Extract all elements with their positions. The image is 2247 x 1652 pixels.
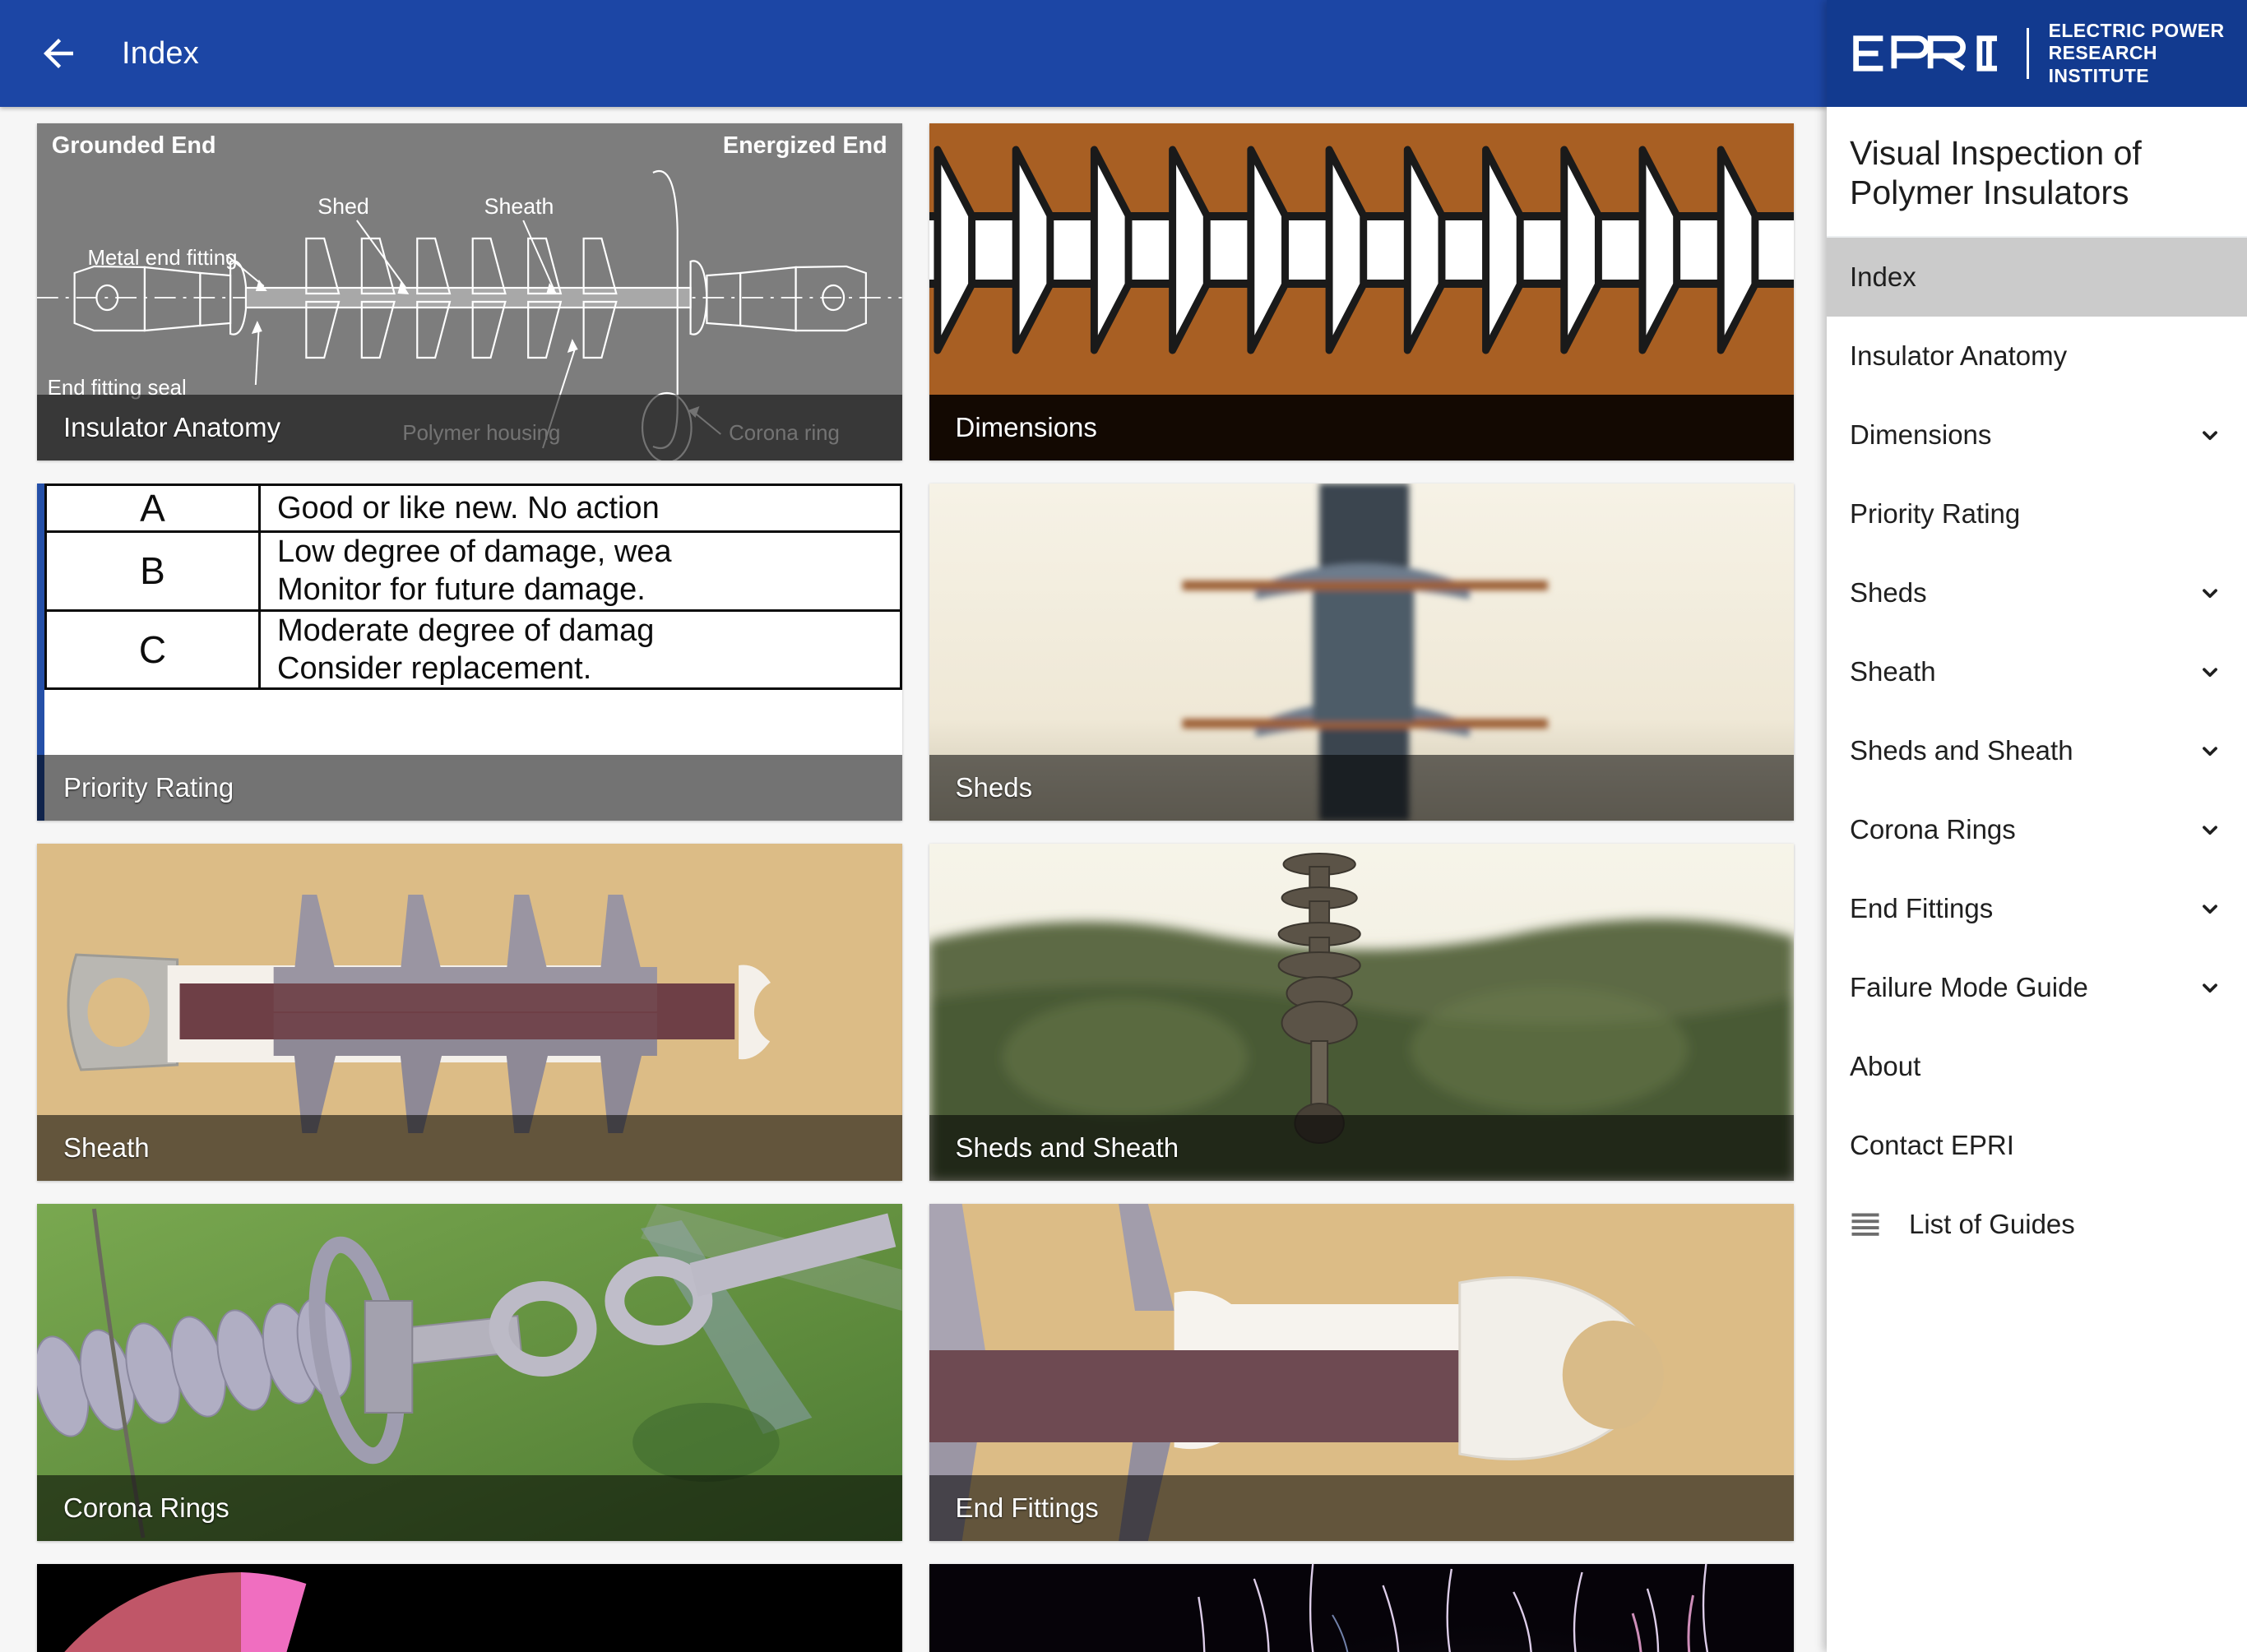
- sidebar-item-end-fittings[interactable]: End Fittings: [1827, 869, 2247, 948]
- chevron-down-icon[interactable]: [2196, 816, 2224, 844]
- card-insulator-anatomy[interactable]: Grounded End Energized End Shed Sheath M…: [37, 123, 902, 460]
- card-caption: Sheds and Sheath: [929, 1115, 1794, 1181]
- description-cell: Good or like new. No action: [258, 484, 902, 533]
- table-row: B Low degree of damage, wea Monitor for …: [44, 530, 902, 612]
- grade-cell: A: [44, 484, 261, 533]
- card-electrical-discharge[interactable]: [929, 1564, 1794, 1652]
- sidebar-item-about[interactable]: About: [1827, 1027, 2247, 1106]
- sidebar-item-label: Sheds: [1850, 576, 1927, 608]
- sidebar-item-contact-epri[interactable]: Contact EPRI: [1827, 1106, 2247, 1185]
- card-caption: Dimensions: [929, 395, 1794, 460]
- sidebar-item-label: Contact EPRI: [1850, 1129, 2014, 1160]
- table-row: A Good or like new. No action: [44, 484, 902, 533]
- sidebar-item-dimensions[interactable]: Dimensions: [1827, 396, 2247, 474]
- brand-name: ELECTRIC POWER RESEARCH INSTITUTE: [2049, 20, 2226, 86]
- card-failure-mode-guide[interactable]: 1%: [37, 1564, 902, 1652]
- chevron-down-icon[interactable]: [2196, 974, 2224, 1002]
- table-row: C Moderate degree of damag Consider repl…: [44, 609, 902, 691]
- brand-name-line-2: RESEARCH INSTITUTE: [2048, 42, 2157, 86]
- chevron-down-icon[interactable]: [2196, 579, 2224, 607]
- guide-title: Visual Inspection of Polymer Insulators: [1827, 107, 2247, 238]
- sidebar-item-label: Sheds and Sheath: [1850, 734, 2073, 766]
- card-end-fittings[interactable]: End Fittings: [929, 1204, 1794, 1541]
- sidebar-item-sheath[interactable]: Sheath: [1827, 632, 2247, 711]
- card-caption: Sheds: [929, 755, 1794, 821]
- app-bar: Index: [0, 0, 1827, 107]
- label-sheath: Sheath: [484, 194, 554, 219]
- chevron-down-icon[interactable]: [2196, 421, 2224, 449]
- sidebar-item-label: List of Guides: [1909, 1208, 2075, 1239]
- card-caption: Insulator Anatomy: [37, 395, 902, 460]
- grade-cell: B: [44, 530, 261, 612]
- sidebar-item-label: Priority Rating: [1850, 497, 2021, 529]
- chevron-down-icon[interactable]: [2196, 895, 2224, 923]
- sidebar-item-label: Index: [1850, 261, 1916, 292]
- label-metal-end-fitting: Metal end fitting: [88, 247, 238, 270]
- sidebar-item-label: Failure Mode Guide: [1850, 971, 2088, 1002]
- failure-mode-pie-chart: 1%: [37, 1564, 902, 1652]
- card-caption: End Fittings: [929, 1475, 1794, 1541]
- hamburger-icon: [1851, 1213, 1879, 1236]
- brand-divider: [2026, 28, 2029, 79]
- sidebar-item-failure-mode-guide[interactable]: Failure Mode Guide: [1827, 948, 2247, 1027]
- sidebar-item-insulator-anatomy[interactable]: Insulator Anatomy: [1827, 317, 2247, 396]
- chevron-down-icon[interactable]: [2196, 658, 2224, 686]
- card-dimensions[interactable]: Dimensions: [929, 123, 1794, 460]
- card-sheds-and-sheath[interactable]: Sheds and Sheath: [929, 844, 1794, 1181]
- lightning-photo: [929, 1564, 1794, 1652]
- back-arrow-icon[interactable]: [36, 31, 81, 76]
- label-energized-end: Energized End: [723, 132, 887, 159]
- sidebar-item-corona-rings[interactable]: Corona Rings: [1827, 790, 2247, 869]
- description-cell: Moderate degree of damag Consider replac…: [258, 609, 902, 691]
- label-grounded-end: Grounded End: [52, 132, 216, 159]
- sidebar-item-label: End Fittings: [1850, 892, 1994, 923]
- sidebar-item-priority-rating[interactable]: Priority Rating: [1827, 474, 2247, 553]
- sidebar-item-label: Dimensions: [1850, 419, 1992, 450]
- sidebar-item-index[interactable]: Index: [1827, 237, 2247, 317]
- card-caption: Priority Rating: [37, 755, 902, 821]
- content-scroll-area[interactable]: Grounded End Energized End Shed Sheath M…: [0, 107, 1827, 1652]
- sidebar-item-list-of-guides[interactable]: List of Guides: [1827, 1185, 2247, 1264]
- label-shed: Shed: [317, 194, 369, 219]
- card-sheath[interactable]: Sheath: [37, 844, 902, 1181]
- navigation-sidebar: ELECTRIC POWER RESEARCH INSTITUTE Visual…: [1827, 0, 2247, 1652]
- card-sheds[interactable]: Sheds: [929, 484, 1794, 821]
- sidebar-item-sheds[interactable]: Sheds: [1827, 553, 2247, 632]
- card-caption: Sheath: [37, 1115, 902, 1181]
- sidebar-item-label: Sheath: [1850, 655, 1936, 687]
- epri-brand-header: ELECTRIC POWER RESEARCH INSTITUTE: [1827, 0, 2247, 107]
- sidebar-item-label: Corona Rings: [1850, 813, 2016, 845]
- card-grid: Grounded End Energized End Shed Sheath M…: [37, 123, 1794, 1652]
- epri-logo-icon: [1853, 35, 1998, 72]
- page-title: Index: [122, 35, 199, 71]
- card-corona-rings[interactable]: Corona Rings: [37, 1204, 902, 1541]
- brand-name-line-1: ELECTRIC POWER: [2048, 20, 2225, 42]
- card-priority-rating[interactable]: A Good or like new. No action B Low degr…: [37, 484, 902, 821]
- description-cell: Low degree of damage, wea Monitor for fu…: [258, 530, 902, 612]
- sidebar-item-sheds-and-sheath[interactable]: Sheds and Sheath: [1827, 711, 2247, 790]
- chevron-down-icon[interactable]: [2196, 737, 2224, 765]
- sidebar-nav-list: Index Insulator Anatomy Dimensions Prior…: [1827, 237, 2247, 1652]
- card-caption: Corona Rings: [37, 1475, 902, 1541]
- sidebar-item-label: About: [1850, 1050, 1921, 1081]
- sidebar-item-label: Insulator Anatomy: [1850, 340, 2068, 371]
- app-root: Index Grounded End Energized End Shed Sh…: [0, 0, 2247, 1652]
- grade-cell: C: [44, 609, 261, 691]
